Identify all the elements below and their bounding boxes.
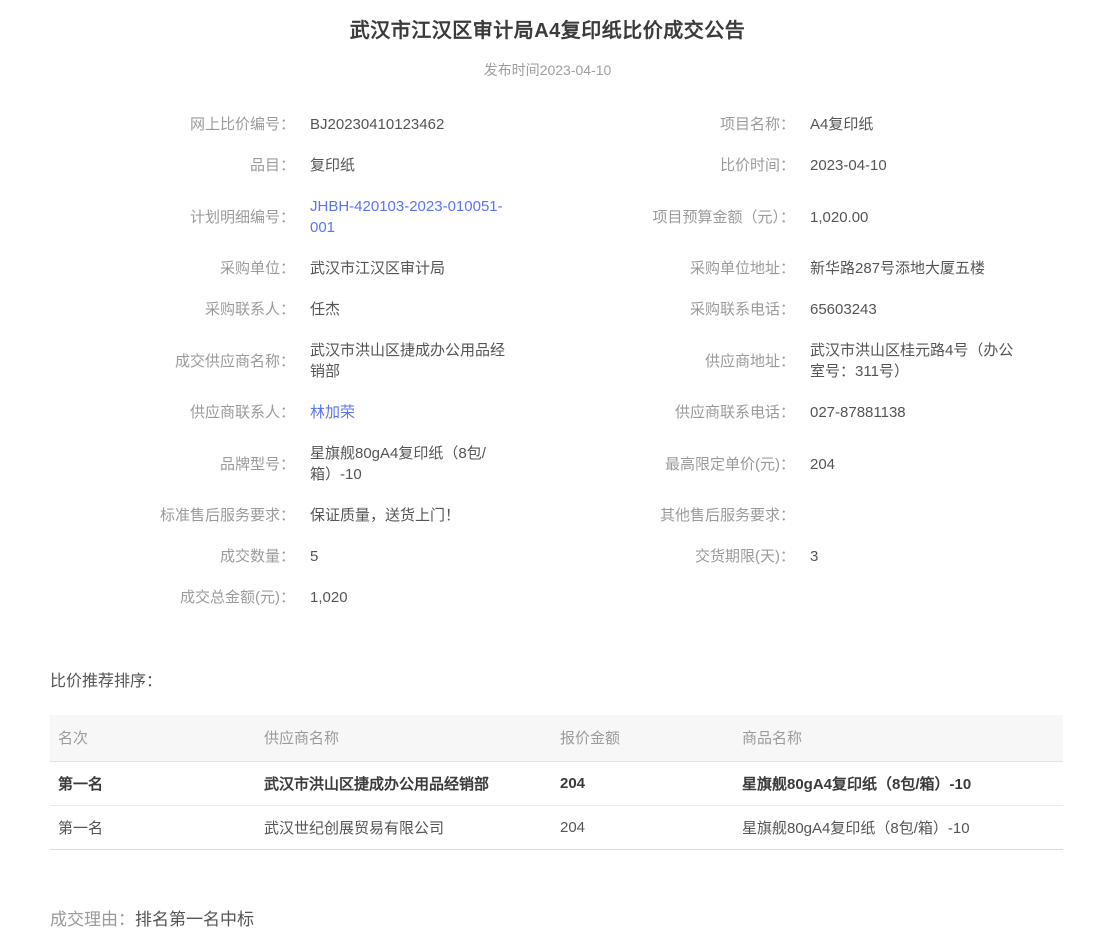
field-label: 其他售后服务要求： bbox=[578, 505, 810, 526]
field-label: 成交数量： bbox=[95, 546, 310, 567]
field-value: 1,020.00 bbox=[810, 207, 868, 228]
ranking-table: 名次 供应商名称 报价金额 商品名称 第一名 武汉市洪山区捷成办公用品经销部 2… bbox=[50, 715, 1063, 850]
field-supplier-contact: 供应商联系人： 林加荣 bbox=[95, 402, 578, 423]
deal-reason-label: 成交理由： bbox=[50, 910, 135, 929]
header-supplier: 供应商名称 bbox=[256, 715, 552, 761]
field-purchaser-phone: 采购联系电话： 65603243 bbox=[578, 299, 1061, 320]
field-max-unit-price: 最高限定单价(元)： 204 bbox=[578, 443, 1061, 485]
plan-detail-id-link[interactable]: JHBH-420103-2023-010051- 001 bbox=[310, 196, 503, 238]
cell-product: 星旗舰80gA4复印纸（8包/箱）-10 bbox=[734, 805, 1063, 849]
field-label: 供应商联系电话： bbox=[578, 402, 810, 423]
ranking-section: 比价推荐排序： 名次 供应商名称 报价金额 商品名称 第一名 武汉市洪山区捷成办… bbox=[50, 667, 1063, 850]
cell-rank: 第一名 bbox=[50, 761, 256, 805]
field-purchaser-contact: 采购联系人： 任杰 bbox=[95, 299, 578, 320]
supplier-contact-link[interactable]: 林加荣 bbox=[310, 402, 355, 423]
ranking-section-title: 比价推荐排序： bbox=[50, 667, 1063, 691]
field-budget-amount: 项目预算金额（元）： 1,020.00 bbox=[578, 196, 1061, 238]
field-value: 204 bbox=[810, 454, 835, 475]
header-price: 报价金额 bbox=[552, 715, 734, 761]
announcement-details: 网上比价编号： BJ20230410123462 项目名称： A4复印纸 品目：… bbox=[95, 114, 1061, 608]
field-label: 成交总金额(元)： bbox=[95, 587, 310, 608]
field-price-compare-time: 比价时间： 2023-04-10 bbox=[578, 155, 1061, 176]
field-value: 1,020 bbox=[310, 587, 348, 608]
deal-reason-value: 排名第一名中标 bbox=[135, 910, 254, 929]
field-value: 3 bbox=[810, 546, 818, 567]
header-product: 商品名称 bbox=[734, 715, 1063, 761]
field-label: 采购联系电话： bbox=[578, 299, 810, 320]
field-delivery-days: 交货期限(天)： 3 bbox=[578, 546, 1061, 567]
field-label: 最高限定单价(元)： bbox=[578, 454, 810, 475]
publish-time: 发布时间2023-04-10 bbox=[0, 60, 1095, 80]
field-value: 星旗舰80gA4复印纸（8包/ 箱）-10 bbox=[310, 443, 486, 485]
field-value: 5 bbox=[310, 546, 318, 567]
field-supplier-name: 成交供应商名称： 武汉市洪山区捷成办公用品经 销部 bbox=[95, 340, 578, 382]
field-online-price-id: 网上比价编号： BJ20230410123462 bbox=[95, 114, 578, 135]
field-project-name: 项目名称： A4复印纸 bbox=[578, 114, 1061, 135]
field-label: 比价时间： bbox=[578, 155, 810, 176]
field-label: 交货期限(天)： bbox=[578, 546, 810, 567]
deal-reason: 成交理由：排名第一名中标 bbox=[50, 905, 1095, 930]
field-value: BJ20230410123462 bbox=[310, 114, 444, 135]
cell-supplier: 武汉市洪山区捷成办公用品经销部 bbox=[256, 761, 552, 805]
field-purchaser-address: 采购单位地址： 新华路287号添地大厦五楼 bbox=[578, 258, 1061, 279]
cell-rank: 第一名 bbox=[50, 805, 256, 849]
field-label: 品牌型号： bbox=[95, 454, 310, 475]
field-other-service: 其他售后服务要求： bbox=[578, 505, 1061, 526]
field-category: 品目： 复印纸 bbox=[95, 155, 578, 176]
cell-product: 星旗舰80gA4复印纸（8包/箱）-10 bbox=[734, 761, 1063, 805]
field-label: 供应商联系人： bbox=[95, 402, 310, 423]
field-label: 采购单位地址： bbox=[578, 258, 810, 279]
field-label: 采购单位： bbox=[95, 258, 310, 279]
field-label: 标准售后服务要求： bbox=[95, 505, 310, 526]
cell-price: 204 bbox=[552, 805, 734, 849]
field-value: 武汉市江汉区审计局 bbox=[310, 258, 445, 279]
field-value: 武汉市洪山区桂元路4号（办公 室号：311号） bbox=[810, 340, 1013, 382]
field-value: A4复印纸 bbox=[810, 114, 873, 135]
field-deal-quantity: 成交数量： 5 bbox=[95, 546, 578, 567]
field-value: 新华路287号添地大厦五楼 bbox=[810, 258, 985, 279]
field-label: 采购联系人： bbox=[95, 299, 310, 320]
table-header-row: 名次 供应商名称 报价金额 商品名称 bbox=[50, 715, 1063, 761]
announcement-page: 武汉市江汉区审计局A4复印纸比价成交公告 发布时间2023-04-10 网上比价… bbox=[0, 14, 1095, 930]
header-rank: 名次 bbox=[50, 715, 256, 761]
field-label: 网上比价编号： bbox=[95, 114, 310, 135]
field-label: 项目名称： bbox=[578, 114, 810, 135]
field-label: 成交供应商名称： bbox=[95, 351, 310, 372]
table-row: 第一名 武汉市洪山区捷成办公用品经销部 204 星旗舰80gA4复印纸（8包/箱… bbox=[50, 761, 1063, 805]
field-value: 武汉市洪山区捷成办公用品经 销部 bbox=[310, 340, 505, 382]
field-label: 品目： bbox=[95, 155, 310, 176]
field-supplier-phone: 供应商联系电话： 027-87881138 bbox=[578, 402, 1061, 423]
field-purchaser: 采购单位： 武汉市江汉区审计局 bbox=[95, 258, 578, 279]
field-value: 保证质量，送货上门！ bbox=[310, 505, 460, 526]
field-brand-model: 品牌型号： 星旗舰80gA4复印纸（8包/ 箱）-10 bbox=[95, 443, 578, 485]
field-standard-service: 标准售后服务要求： 保证质量，送货上门！ bbox=[95, 505, 578, 526]
field-value: 任杰 bbox=[310, 299, 340, 320]
table-row: 第一名 武汉世纪创展贸易有限公司 204 星旗舰80gA4复印纸（8包/箱）-1… bbox=[50, 805, 1063, 849]
field-plan-detail-id: 计划明细编号： JHBH-420103-2023-010051- 001 bbox=[95, 196, 578, 238]
field-label: 项目预算金额（元）： bbox=[578, 207, 810, 228]
field-value: 复印纸 bbox=[310, 155, 355, 176]
field-label: 计划明细编号： bbox=[95, 207, 310, 228]
field-supplier-address: 供应商地址： 武汉市洪山区桂元路4号（办公 室号：311号） bbox=[578, 340, 1061, 382]
field-value: 65603243 bbox=[810, 299, 877, 320]
page-title: 武汉市江汉区审计局A4复印纸比价成交公告 bbox=[0, 14, 1095, 43]
cell-supplier: 武汉世纪创展贸易有限公司 bbox=[256, 805, 552, 849]
cell-price: 204 bbox=[552, 761, 734, 805]
field-total-amount: 成交总金额(元)： 1,020 bbox=[95, 587, 578, 608]
field-value: 2023-04-10 bbox=[810, 155, 887, 176]
field-value: 027-87881138 bbox=[810, 402, 906, 423]
field-label: 供应商地址： bbox=[578, 351, 810, 372]
